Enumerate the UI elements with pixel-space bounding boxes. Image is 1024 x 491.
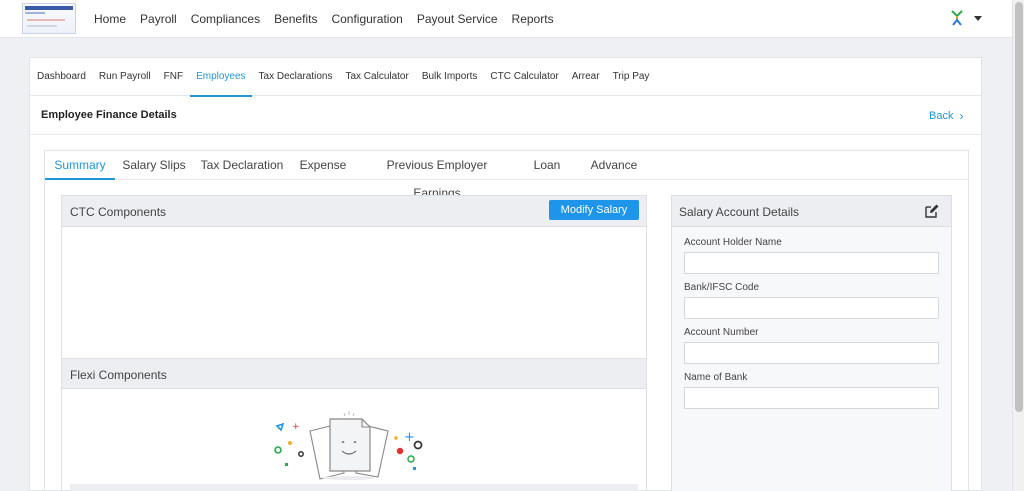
salary-account-header: Salary Account Details bbox=[672, 196, 951, 227]
user-avatar-icon bbox=[951, 10, 963, 26]
name-of-bank-label: Name of Bank bbox=[684, 372, 748, 383]
ctc-components-header: CTC Components Modify Salary bbox=[62, 196, 646, 227]
subnav-arrear[interactable]: Arrear bbox=[572, 58, 600, 96]
user-menu[interactable] bbox=[950, 10, 982, 26]
subnav-trip-pay[interactable]: Trip Pay bbox=[613, 58, 650, 96]
salary-account-title: Salary Account Details bbox=[679, 205, 800, 219]
payroll-subnav: Dashboard Run Payroll FNF Employees Tax … bbox=[30, 58, 981, 97]
back-link[interactable]: Back › bbox=[929, 109, 963, 123]
tab-previous-employer-earnings[interactable]: Previous Employer Earnings bbox=[363, 151, 511, 200]
tab-loan[interactable]: Loan bbox=[529, 151, 565, 180]
tab-tax-declaration[interactable]: Tax Declaration bbox=[195, 151, 289, 180]
account-holder-name-field[interactable] bbox=[684, 252, 939, 274]
chevron-right-icon: › bbox=[959, 109, 964, 123]
subnav-employees[interactable]: Employees bbox=[190, 58, 253, 97]
chevron-down-icon[interactable] bbox=[974, 15, 982, 21]
subnav-tax-calculator[interactable]: Tax Calculator bbox=[345, 58, 408, 96]
flexi-table-header bbox=[70, 484, 638, 491]
subnav-run-payroll[interactable]: Run Payroll bbox=[99, 58, 151, 96]
name-of-bank-field[interactable] bbox=[684, 387, 939, 409]
main-nav: Home Payroll Compliances Benefits Config… bbox=[94, 0, 554, 37]
tab-expense[interactable]: Expense bbox=[297, 151, 349, 180]
svg-text:+: + bbox=[404, 430, 415, 445]
subnav-fnf[interactable]: FNF bbox=[164, 58, 183, 96]
salary-account-panel: Salary Account Details Account Holder Na… bbox=[671, 195, 952, 491]
flexi-components-title: Flexi Components bbox=[70, 368, 167, 382]
subnav-dashboard[interactable]: Dashboard bbox=[37, 58, 86, 96]
tab-summary[interactable]: Summary bbox=[45, 151, 115, 180]
nav-compliances[interactable]: Compliances bbox=[191, 12, 260, 26]
ctc-components-panel: CTC Components Modify Salary Flexi Compo… bbox=[61, 195, 647, 491]
nav-home[interactable]: Home bbox=[94, 12, 126, 26]
edit-icon[interactable] bbox=[925, 204, 939, 218]
nav-configuration[interactable]: Configuration bbox=[331, 12, 402, 26]
nav-payout-service[interactable]: Payout Service bbox=[417, 12, 498, 26]
finance-details-panel: Summary Salary Slips Tax Declaration Exp… bbox=[44, 150, 969, 491]
bank-ifsc-code-label: Bank/IFSC Code bbox=[684, 282, 760, 293]
bank-ifsc-code-field[interactable] bbox=[684, 297, 939, 319]
account-number-field[interactable] bbox=[684, 342, 939, 364]
finance-tabs: Summary Salary Slips Tax Declaration Exp… bbox=[45, 151, 968, 200]
app-logo[interactable] bbox=[22, 3, 76, 34]
account-holder-name-label: Account Holder Name bbox=[684, 237, 782, 248]
nav-benefits[interactable]: Benefits bbox=[274, 12, 317, 26]
subnav-bulk-imports[interactable]: Bulk Imports bbox=[422, 58, 478, 96]
main-card: Dashboard Run Payroll FNF Employees Tax … bbox=[29, 57, 982, 491]
account-number-label: Account Number bbox=[684, 327, 759, 338]
empty-state-illustration-icon: + + bbox=[274, 411, 423, 480]
ctc-components-title: CTC Components bbox=[70, 205, 167, 219]
top-navbar: Home Payroll Compliances Benefits Config… bbox=[0, 0, 1012, 38]
flexi-components-header: Flexi Components bbox=[62, 358, 646, 389]
page-scrollbar[interactable] bbox=[1012, 0, 1024, 491]
scrollbar-thumb[interactable] bbox=[1015, 2, 1023, 412]
tab-salary-slips[interactable]: Salary Slips bbox=[115, 151, 193, 180]
nav-payroll[interactable]: Payroll bbox=[140, 12, 177, 26]
page-header: Employee Finance Details Back › bbox=[30, 96, 981, 135]
nav-reports[interactable]: Reports bbox=[512, 12, 554, 26]
modify-salary-button[interactable]: Modify Salary bbox=[549, 200, 639, 220]
tab-advance[interactable]: Advance bbox=[587, 151, 641, 180]
subnav-ctc-calculator[interactable]: CTC Calculator bbox=[490, 58, 558, 96]
back-label: Back bbox=[929, 110, 954, 122]
subnav-tax-declarations[interactable]: Tax Declarations bbox=[259, 58, 333, 96]
svg-text:+: + bbox=[292, 422, 300, 432]
page-title: Employee Finance Details bbox=[41, 109, 177, 121]
